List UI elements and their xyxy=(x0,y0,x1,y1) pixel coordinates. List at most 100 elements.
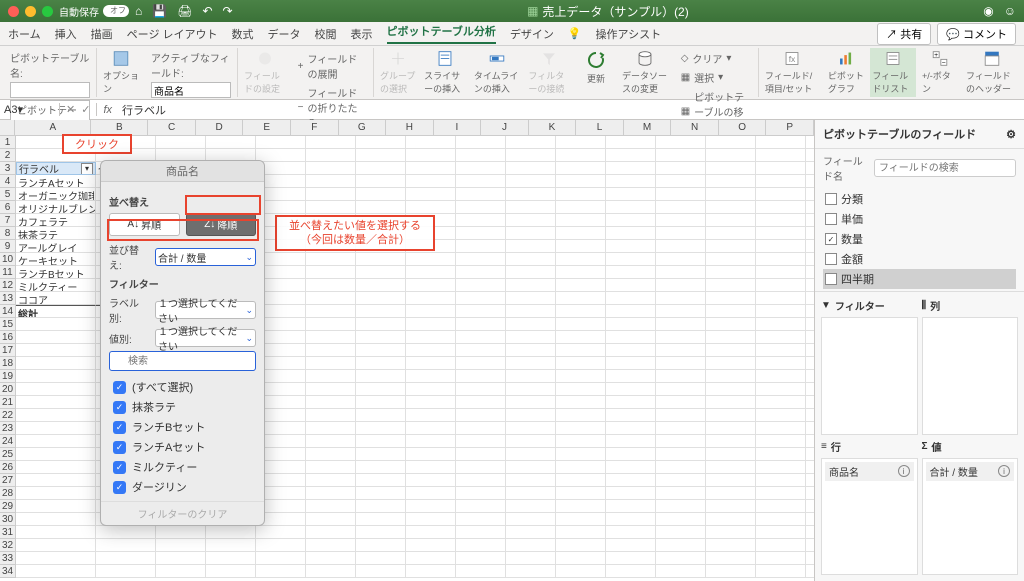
print-icon[interactable]: 🖨 xyxy=(177,4,192,18)
cell[interactable] xyxy=(656,344,706,357)
clear-button[interactable]: ◇クリア ▾ xyxy=(681,50,752,67)
cell[interactable] xyxy=(306,344,356,357)
cell[interactable] xyxy=(606,474,656,487)
cell[interactable] xyxy=(706,461,756,474)
cell[interactable] xyxy=(806,279,814,292)
cell[interactable] xyxy=(306,552,356,565)
cell[interactable] xyxy=(606,149,656,162)
cell[interactable] xyxy=(806,188,814,201)
cell[interactable] xyxy=(456,435,506,448)
cell[interactable] xyxy=(556,565,606,578)
cell[interactable] xyxy=(306,253,356,266)
cell[interactable] xyxy=(356,435,406,448)
cell[interactable] xyxy=(306,331,356,344)
cell[interactable] xyxy=(16,474,96,487)
fields-items-sets-button[interactable]: fx フィールド/項目/セット xyxy=(763,48,822,97)
cell[interactable] xyxy=(706,331,756,344)
cell[interactable]: ミルクティー xyxy=(16,279,96,292)
cell[interactable] xyxy=(506,253,556,266)
cell[interactable] xyxy=(656,474,706,487)
row-header[interactable]: 29 xyxy=(0,500,16,513)
cell[interactable] xyxy=(706,500,756,513)
cell[interactable] xyxy=(556,149,606,162)
filter-check-item[interactable]: ✓ダージリン xyxy=(109,477,256,497)
field-list-item[interactable]: 金額 xyxy=(823,249,1016,269)
cell[interactable] xyxy=(16,370,96,383)
rows-area-dropzone[interactable]: 商品名i xyxy=(821,458,918,576)
cell[interactable] xyxy=(456,539,506,552)
cell[interactable] xyxy=(406,279,456,292)
insert-slicer-button[interactable]: スライサーの挿入 xyxy=(422,48,468,97)
cell[interactable] xyxy=(356,448,406,461)
cell[interactable] xyxy=(506,318,556,331)
user-icon[interactable]: ◉ xyxy=(983,4,993,18)
cell[interactable] xyxy=(506,552,556,565)
cell[interactable] xyxy=(556,188,606,201)
cell[interactable] xyxy=(606,175,656,188)
cell[interactable] xyxy=(556,240,606,253)
cell[interactable] xyxy=(306,500,356,513)
cell[interactable] xyxy=(706,357,756,370)
cell[interactable] xyxy=(756,461,806,474)
cell[interactable] xyxy=(556,201,606,214)
help-icon[interactable]: ☺ xyxy=(1004,4,1016,18)
tab-draw[interactable]: 描画 xyxy=(91,26,113,42)
cell[interactable] xyxy=(706,305,756,318)
cell[interactable] xyxy=(756,175,806,188)
cell[interactable] xyxy=(16,331,96,344)
cell[interactable] xyxy=(756,240,806,253)
select-all-corner[interactable] xyxy=(0,120,15,136)
cell[interactable] xyxy=(706,344,756,357)
cell[interactable] xyxy=(16,383,96,396)
cell[interactable] xyxy=(506,500,556,513)
cell[interactable] xyxy=(96,565,156,578)
cell[interactable] xyxy=(756,448,806,461)
cell[interactable] xyxy=(306,422,356,435)
cell[interactable] xyxy=(606,266,656,279)
row-header[interactable]: 26 xyxy=(0,461,16,474)
cell[interactable] xyxy=(256,149,306,162)
field-list-button[interactable]: フィールドリスト xyxy=(870,48,916,97)
gear-icon[interactable]: ⚙ xyxy=(1006,128,1016,141)
cell[interactable] xyxy=(456,552,506,565)
cell[interactable] xyxy=(656,279,706,292)
cancel-icon[interactable]: ✕ xyxy=(66,103,75,116)
cell[interactable] xyxy=(806,227,814,240)
cell[interactable] xyxy=(806,214,814,227)
cell[interactable] xyxy=(406,487,456,500)
row-header[interactable]: 17 xyxy=(0,344,16,357)
cell[interactable] xyxy=(756,149,806,162)
cell[interactable] xyxy=(406,136,456,149)
col-header[interactable]: O xyxy=(719,120,767,136)
cell[interactable] xyxy=(506,227,556,240)
cell[interactable] xyxy=(756,227,806,240)
cell[interactable] xyxy=(756,474,806,487)
cell[interactable] xyxy=(706,552,756,565)
cell[interactable] xyxy=(506,513,556,526)
filter-check-item[interactable]: ✓ランチAセット xyxy=(109,437,256,457)
row-header[interactable]: 14 xyxy=(0,305,16,318)
cell[interactable] xyxy=(756,214,806,227)
cell[interactable] xyxy=(406,201,456,214)
cell[interactable] xyxy=(706,539,756,552)
cell[interactable] xyxy=(506,539,556,552)
cell[interactable] xyxy=(506,266,556,279)
col-header[interactable]: N xyxy=(671,120,719,136)
cell[interactable] xyxy=(206,539,256,552)
cell[interactable] xyxy=(806,162,814,175)
row-header[interactable]: 5 xyxy=(0,188,16,201)
cell[interactable] xyxy=(556,331,606,344)
cell[interactable] xyxy=(706,188,756,201)
cell[interactable] xyxy=(656,175,706,188)
tell-me[interactable]: 操作アシスト xyxy=(596,26,662,42)
cell[interactable] xyxy=(656,357,706,370)
row-header[interactable]: 12 xyxy=(0,279,16,292)
cell[interactable] xyxy=(806,552,814,565)
cell[interactable] xyxy=(506,435,556,448)
cell[interactable] xyxy=(656,149,706,162)
cell[interactable]: ココア xyxy=(16,292,96,305)
cell[interactable] xyxy=(456,149,506,162)
cell[interactable] xyxy=(406,318,456,331)
row-header[interactable]: 9 xyxy=(0,240,16,253)
cell[interactable] xyxy=(306,474,356,487)
